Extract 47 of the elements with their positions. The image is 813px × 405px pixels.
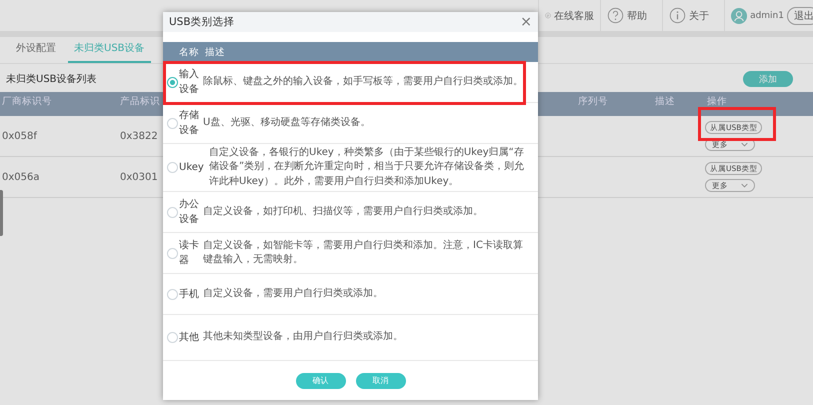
info-icon (669, 7, 686, 24)
radio-button[interactable] (167, 76, 178, 88)
radio-button[interactable] (167, 288, 178, 300)
option-description: 自定义设备，如打印机、扫描仪等，需要用户自行归类或添加。 (203, 204, 483, 219)
dialog-title: USB类别选择 (169, 15, 235, 29)
column-header: 操作 (707, 94, 728, 108)
option-name: 手机 (179, 288, 199, 302)
radio-button[interactable] (167, 162, 178, 173)
column-header: 序列号 (578, 94, 609, 108)
option-name: 存储设备 (179, 108, 199, 138)
column-header: 名称 (179, 46, 199, 58)
avatar-icon (731, 6, 748, 26)
header-link[interactable]: 帮助 (627, 8, 647, 22)
side-handle[interactable] (0, 190, 3, 236)
option-name: Ukey (179, 161, 205, 175)
section-title: 未归类USB设备列表 (6, 72, 97, 86)
column-header: 厂商标识号 (1, 94, 53, 108)
table-cell-text: 0x058f (1, 130, 38, 142)
option-name: 输入设备 (179, 68, 199, 97)
radio-button[interactable] (167, 206, 178, 218)
tab[interactable]: 外设配置 (10, 37, 62, 63)
header-link[interactable]: 关于 (689, 8, 709, 22)
option-description: 自定义设备，如智能卡等，需要用户自行归类和添加。注意，IC卡读取算键盘输入，无需映射。 (203, 238, 524, 267)
table-cell-text: 0x056a (1, 172, 40, 182)
column-header: 描述 (655, 94, 676, 108)
option-name: 办公设备 (179, 198, 199, 227)
help-icon (607, 7, 624, 24)
user-name: admin1 (750, 10, 784, 20)
caret-icon (741, 183, 748, 188)
radio-button[interactable] (167, 118, 178, 128)
option-description: 其他未知类型设备，由用户自行归类或添加。 (203, 330, 403, 344)
logout-button[interactable]: 退出 (787, 6, 813, 24)
column-header: 描述 (205, 46, 225, 58)
option-name: 其他 (179, 330, 199, 345)
option-description: 自定义设备，各银行的Ukey，种类繁多（由于某些银行的Ukey归属“存储设备”类别，在判断允许重定向时，相当于只要允许存储设备类，则允许此种Ukey）。此外，需要用户自行归类和添加Ukey。 (209, 146, 526, 189)
table-cell-text: 0x3822 (120, 130, 159, 142)
caret-icon (741, 142, 748, 147)
table-cell-text: 0x0301 (120, 172, 159, 182)
radio-button[interactable] (167, 248, 178, 258)
column-header: 产品标识 (120, 94, 161, 108)
option-description: 自定义设备，需要用户自行归类或添加。 (203, 286, 383, 301)
option-description: 除鼠标、键盘之外的输入设备，如手写板等，需要用户自行归类或添加。 (203, 74, 523, 89)
radio-button[interactable] (167, 332, 178, 343)
close-button[interactable]: × (520, 15, 532, 29)
header-link[interactable]: 在线客服 (554, 8, 594, 22)
option-name: 读卡器 (179, 238, 199, 268)
option-description: U盘、光驱、移动硬盘等存储类设备。 (203, 116, 370, 130)
